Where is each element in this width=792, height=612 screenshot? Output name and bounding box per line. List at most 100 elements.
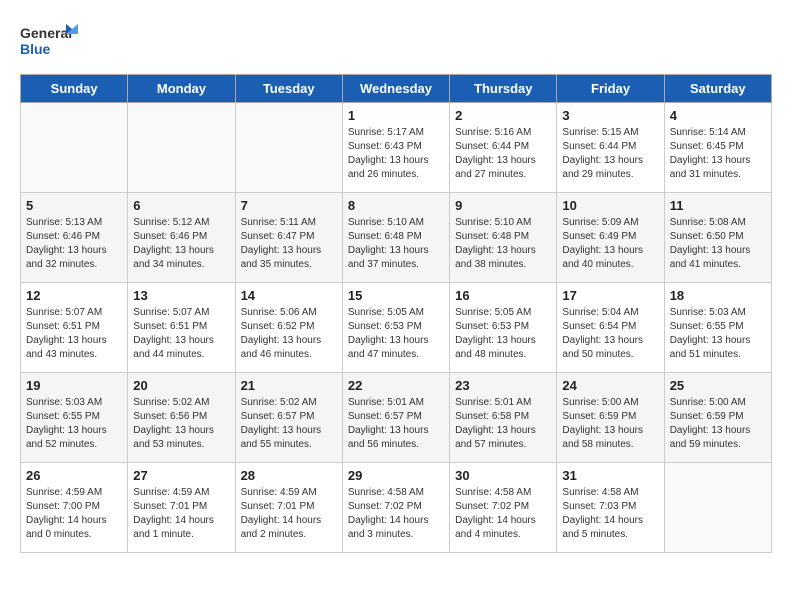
calendar-cell: 22 Sunrise: 5:01 AM Sunset: 6:57 PM Dayli… — [342, 373, 449, 463]
day-info: Sunrise: 5:17 AM Sunset: 6:43 PM Dayligh… — [348, 126, 444, 182]
calendar-week-row: 26 Sunrise: 4:59 AM Sunset: 7:00 PM Dayli… — [21, 463, 772, 553]
day-number: 8 — [348, 198, 444, 213]
day-number: 11 — [670, 198, 766, 213]
day-number: 17 — [562, 288, 658, 303]
day-info: Sunrise: 5:00 AM Sunset: 6:59 PM Dayligh… — [562, 396, 658, 452]
calendar-cell: 19 Sunrise: 5:03 AM Sunset: 6:55 PM Dayli… — [21, 373, 128, 463]
day-info: Sunrise: 5:08 AM Sunset: 6:50 PM Dayligh… — [670, 216, 766, 272]
day-info: Sunrise: 5:10 AM Sunset: 6:48 PM Dayligh… — [348, 216, 444, 272]
day-number: 28 — [241, 468, 337, 483]
calendar-cell: 20 Sunrise: 5:02 AM Sunset: 6:56 PM Dayli… — [128, 373, 235, 463]
day-number: 29 — [348, 468, 444, 483]
day-info: Sunrise: 4:58 AM Sunset: 7:02 PM Dayligh… — [455, 486, 551, 542]
day-number: 18 — [670, 288, 766, 303]
calendar-cell: 6 Sunrise: 5:12 AM Sunset: 6:46 PM Daylig… — [128, 193, 235, 283]
calendar-cell: 18Sunrise: 5:03 AM Sunset: 6:55 PM Dayli… — [664, 283, 771, 373]
calendar-cell: 15 Sunrise: 5:05 AM Sunset: 6:53 PM Dayli… — [342, 283, 449, 373]
day-info: Sunrise: 5:01 AM Sunset: 6:57 PM Dayligh… — [348, 396, 444, 452]
day-number: 24 — [562, 378, 658, 393]
logo: GeneralBlue — [20, 20, 80, 64]
day-info: Sunrise: 5:00 AM Sunset: 6:59 PM Dayligh… — [670, 396, 766, 452]
day-info: Sunrise: 5:05 AM Sunset: 6:53 PM Dayligh… — [348, 306, 444, 362]
day-number: 30 — [455, 468, 551, 483]
calendar-cell — [664, 463, 771, 553]
day-number: 31 — [562, 468, 658, 483]
calendar-cell: 1 Sunrise: 5:17 AM Sunset: 6:43 PM Daylig… — [342, 103, 449, 193]
day-info: Sunrise: 5:15 AM Sunset: 6:44 PM Dayligh… — [562, 126, 658, 182]
day-number: 4 — [670, 108, 766, 123]
calendar-cell: 30 Sunrise: 4:58 AM Sunset: 7:02 PM Dayli… — [450, 463, 557, 553]
day-number: 15 — [348, 288, 444, 303]
calendar-week-row: 1 Sunrise: 5:17 AM Sunset: 6:43 PM Daylig… — [21, 103, 772, 193]
calendar-cell: 9 Sunrise: 5:10 AM Sunset: 6:48 PM Daylig… — [450, 193, 557, 283]
day-info: Sunrise: 5:03 AM Sunset: 6:55 PM Dayligh… — [26, 396, 122, 452]
day-number: 7 — [241, 198, 337, 213]
day-number: 21 — [241, 378, 337, 393]
day-number: 5 — [26, 198, 122, 213]
weekday-header-friday: Friday — [557, 75, 664, 103]
weekday-header-wednesday: Wednesday — [342, 75, 449, 103]
calendar-cell: 13Sunrise: 5:07 AM Sunset: 6:51 PM Dayli… — [128, 283, 235, 373]
page-header: GeneralBlue — [20, 20, 772, 64]
calendar-cell: 25 Sunrise: 5:00 AM Sunset: 6:59 PM Dayli… — [664, 373, 771, 463]
day-number: 3 — [562, 108, 658, 123]
day-info: Sunrise: 5:02 AM Sunset: 6:57 PM Dayligh… — [241, 396, 337, 452]
calendar-table: SundayMondayTuesdayWednesdayThursdayFrid… — [20, 74, 772, 553]
day-info: Sunrise: 5:05 AM Sunset: 6:53 PM Dayligh… — [455, 306, 551, 362]
day-number: 22 — [348, 378, 444, 393]
day-info: Sunrise: 4:58 AM Sunset: 7:02 PM Dayligh… — [348, 486, 444, 542]
day-number: 14 — [241, 288, 337, 303]
day-number: 25 — [670, 378, 766, 393]
calendar-cell: 24 Sunrise: 5:00 AM Sunset: 6:59 PM Dayli… — [557, 373, 664, 463]
calendar-week-row: 19 Sunrise: 5:03 AM Sunset: 6:55 PM Dayli… — [21, 373, 772, 463]
day-info: Sunrise: 5:13 AM Sunset: 6:46 PM Dayligh… — [26, 216, 122, 272]
logo-svg: GeneralBlue — [20, 20, 80, 64]
day-number: 10 — [562, 198, 658, 213]
calendar-cell: 8 Sunrise: 5:10 AM Sunset: 6:48 PM Daylig… — [342, 193, 449, 283]
weekday-header-thursday: Thursday — [450, 75, 557, 103]
calendar-cell: 7 Sunrise: 5:11 AM Sunset: 6:47 PM Daylig… — [235, 193, 342, 283]
day-info: Sunrise: 5:10 AM Sunset: 6:48 PM Dayligh… — [455, 216, 551, 272]
day-number: 1 — [348, 108, 444, 123]
calendar-cell: 27Sunrise: 4:59 AM Sunset: 7:01 PM Dayli… — [128, 463, 235, 553]
day-number: 19 — [26, 378, 122, 393]
day-info: Sunrise: 5:16 AM Sunset: 6:44 PM Dayligh… — [455, 126, 551, 182]
calendar-cell: 12 Sunrise: 5:07 AM Sunset: 6:51 PM Dayli… — [21, 283, 128, 373]
svg-text:Blue: Blue — [20, 41, 51, 57]
day-info: Sunrise: 4:59 AM Sunset: 7:00 PM Dayligh… — [26, 486, 122, 542]
day-info: Sunrise: 5:01 AM Sunset: 6:58 PM Dayligh… — [455, 396, 551, 452]
calendar-cell: 11 Sunrise: 5:08 AM Sunset: 6:50 PM Dayli… — [664, 193, 771, 283]
calendar-cell: 21 Sunrise: 5:02 AM Sunset: 6:57 PM Dayli… — [235, 373, 342, 463]
day-number: 12 — [26, 288, 122, 303]
day-info: Sunrise: 5:04 AM Sunset: 6:54 PM Dayligh… — [562, 306, 658, 362]
day-info: Sunrise: 5:06 AM Sunset: 6:52 PM Dayligh… — [241, 306, 337, 362]
day-info: Sunrise: 5:07 AM Sunset: 6:51 PM Dayligh… — [133, 306, 229, 362]
calendar-cell: 31Sunrise: 4:58 AM Sunset: 7:03 PM Dayli… — [557, 463, 664, 553]
calendar-cell — [128, 103, 235, 193]
day-info: Sunrise: 5:02 AM Sunset: 6:56 PM Dayligh… — [133, 396, 229, 452]
day-info: Sunrise: 5:12 AM Sunset: 6:46 PM Dayligh… — [133, 216, 229, 272]
calendar-cell: 5 Sunrise: 5:13 AM Sunset: 6:46 PM Daylig… — [21, 193, 128, 283]
calendar-cell: 29 Sunrise: 4:58 AM Sunset: 7:02 PM Dayli… — [342, 463, 449, 553]
day-number: 26 — [26, 468, 122, 483]
calendar-week-row: 12 Sunrise: 5:07 AM Sunset: 6:51 PM Dayli… — [21, 283, 772, 373]
day-number: 23 — [455, 378, 551, 393]
weekday-header-row: SundayMondayTuesdayWednesdayThursdayFrid… — [21, 75, 772, 103]
weekday-header-sunday: Sunday — [21, 75, 128, 103]
day-number: 16 — [455, 288, 551, 303]
day-info: Sunrise: 4:59 AM Sunset: 7:01 PM Dayligh… — [241, 486, 337, 542]
calendar-cell: 16 Sunrise: 5:05 AM Sunset: 6:53 PM Dayli… — [450, 283, 557, 373]
weekday-header-saturday: Saturday — [664, 75, 771, 103]
day-number: 20 — [133, 378, 229, 393]
day-info: Sunrise: 5:11 AM Sunset: 6:47 PM Dayligh… — [241, 216, 337, 272]
calendar-cell: 23 Sunrise: 5:01 AM Sunset: 6:58 PM Dayli… — [450, 373, 557, 463]
day-number: 6 — [133, 198, 229, 213]
day-info: Sunrise: 5:09 AM Sunset: 6:49 PM Dayligh… — [562, 216, 658, 272]
calendar-cell: 2Sunrise: 5:16 AM Sunset: 6:44 PM Daylig… — [450, 103, 557, 193]
day-number: 9 — [455, 198, 551, 213]
calendar-cell: 3 Sunrise: 5:15 AM Sunset: 6:44 PM Daylig… — [557, 103, 664, 193]
day-info: Sunrise: 4:59 AM Sunset: 7:01 PM Dayligh… — [133, 486, 229, 542]
calendar-cell: 26 Sunrise: 4:59 AM Sunset: 7:00 PM Dayli… — [21, 463, 128, 553]
day-info: Sunrise: 5:07 AM Sunset: 6:51 PM Dayligh… — [26, 306, 122, 362]
calendar-cell: 10 Sunrise: 5:09 AM Sunset: 6:49 PM Dayli… — [557, 193, 664, 283]
